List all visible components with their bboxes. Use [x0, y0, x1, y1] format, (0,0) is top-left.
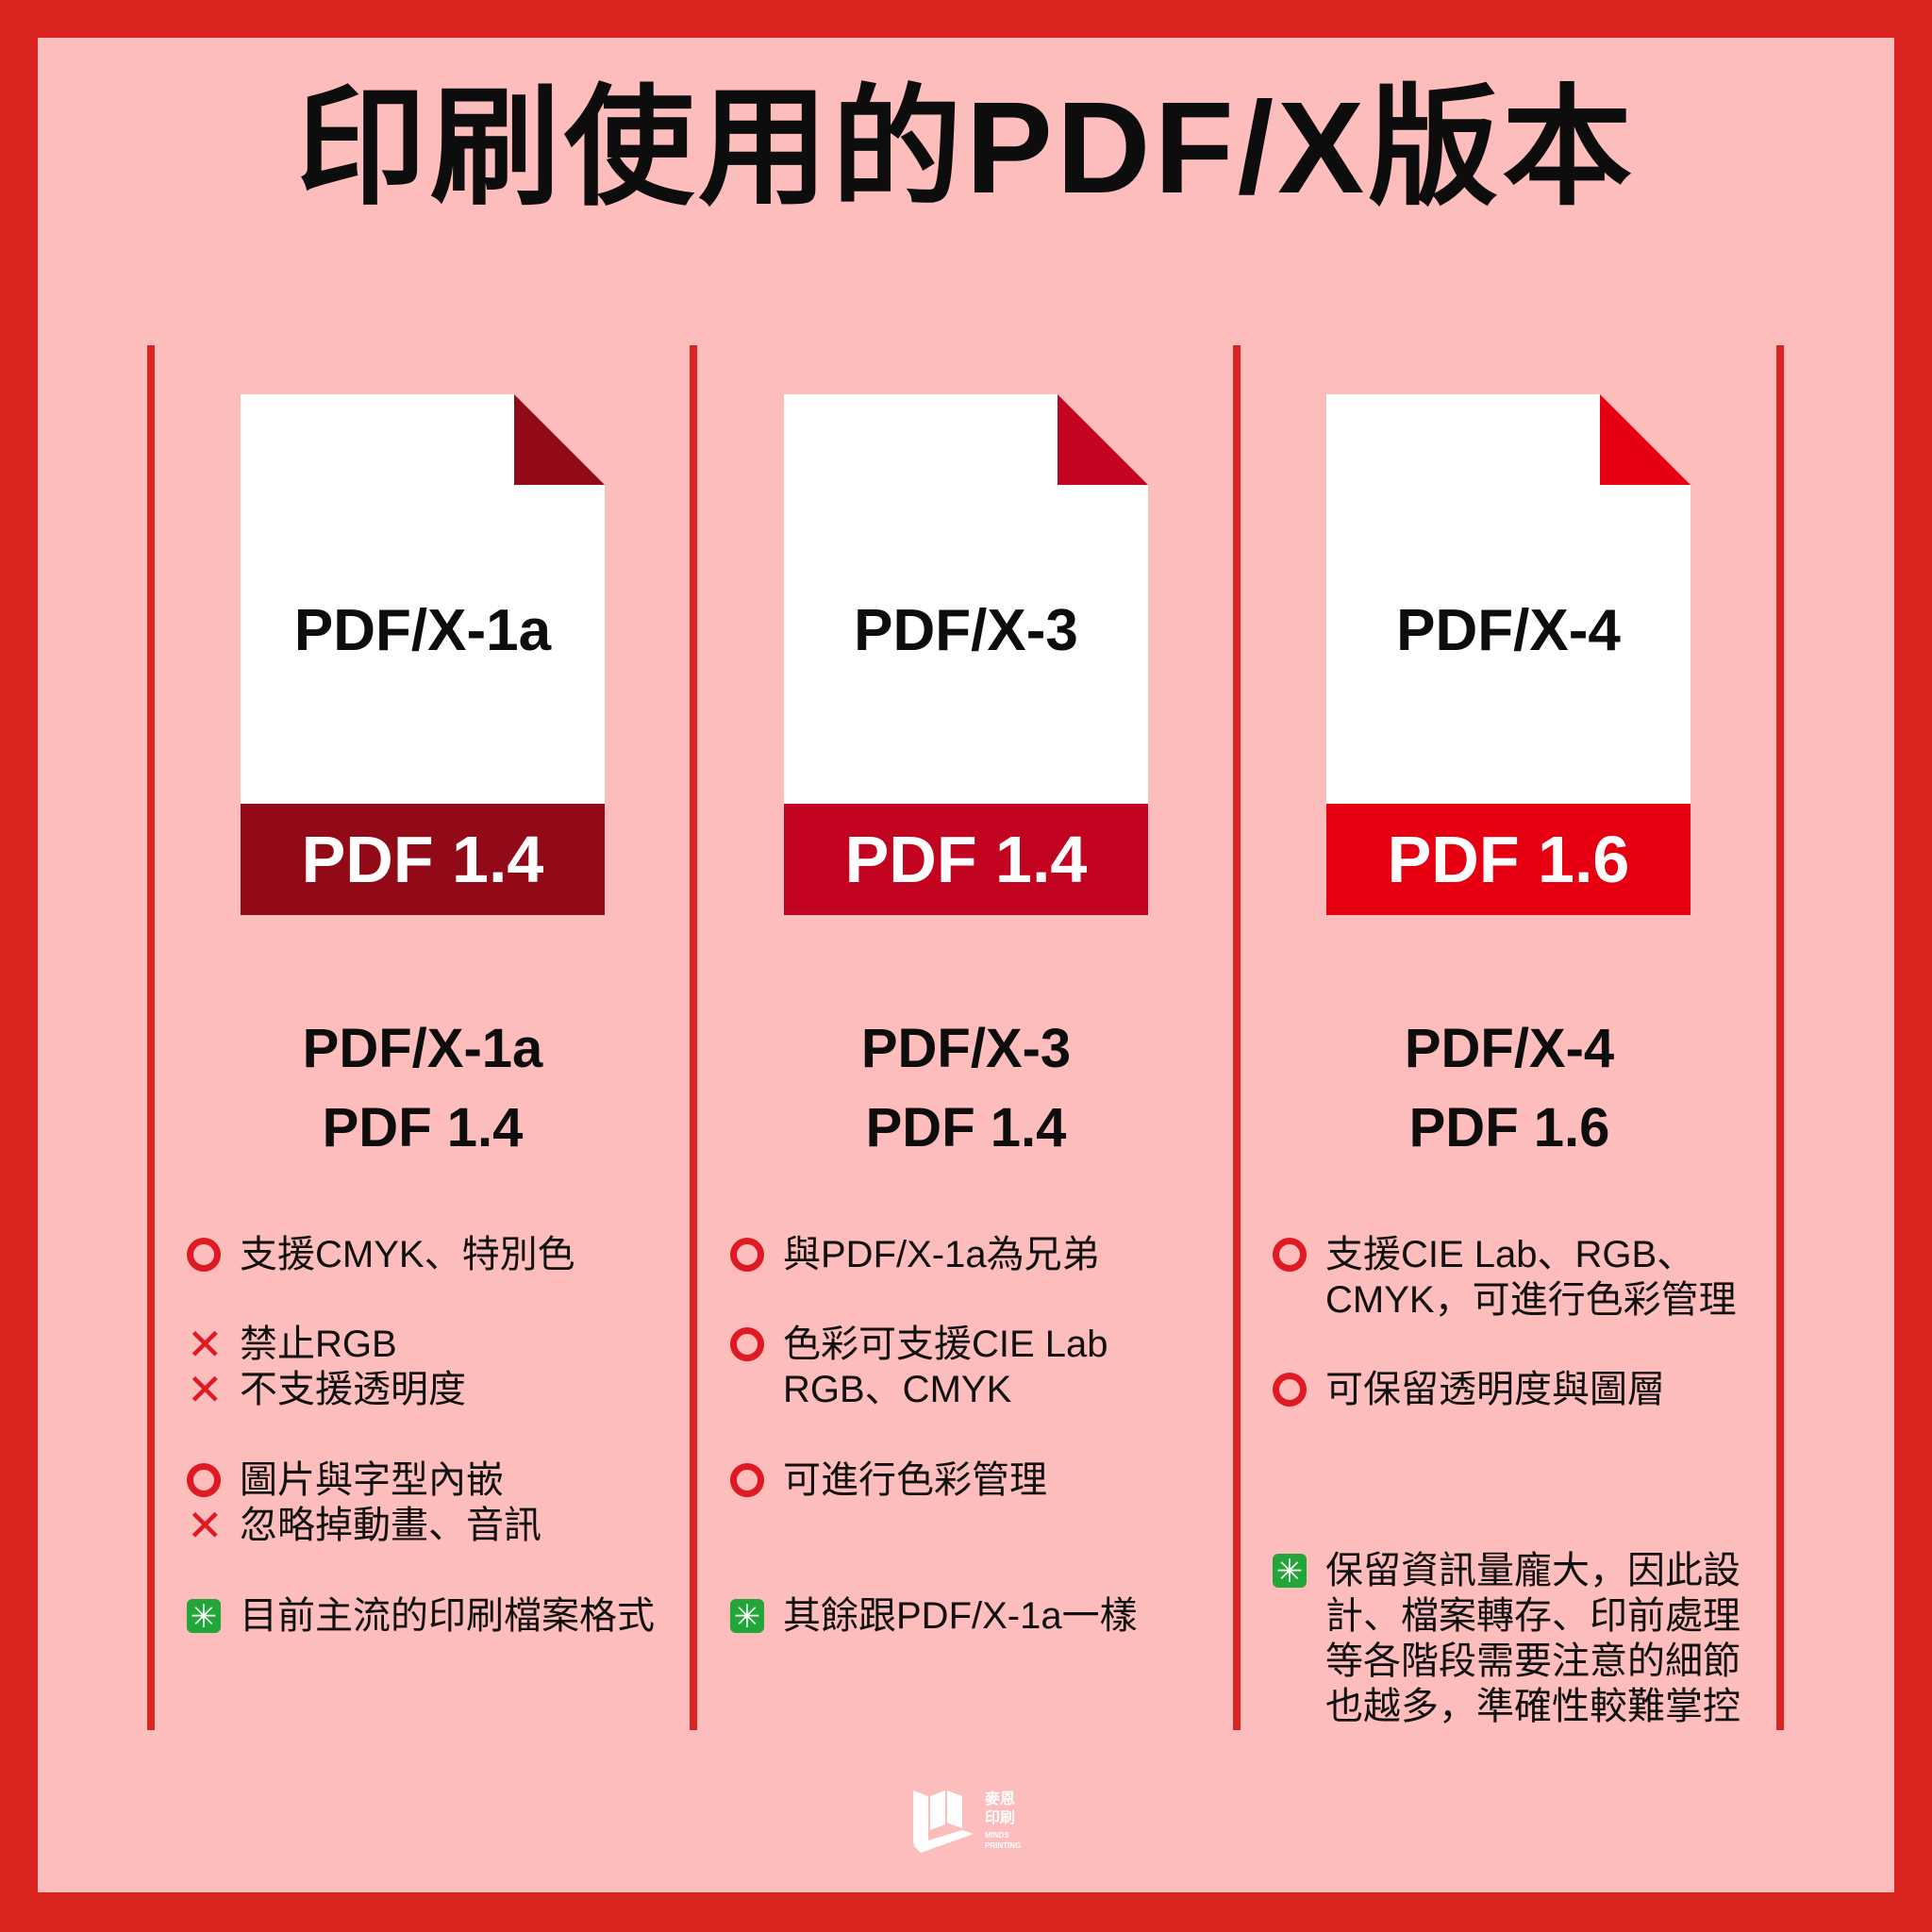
- doc-version-band: PDF 1.4: [241, 804, 605, 915]
- circle-icon: [730, 1463, 764, 1497]
- doc-name: PDF/X-4: [1396, 598, 1621, 663]
- circle-icon: [1273, 1373, 1307, 1407]
- column-divider: [147, 345, 155, 1730]
- summary-name: PDF/X-4: [1404, 1018, 1615, 1079]
- logo-text-line4: PRINTING: [985, 1841, 1022, 1850]
- doc-version-band: PDF 1.6: [1326, 804, 1690, 915]
- folded-corner-icon: [1600, 394, 1690, 485]
- circle-icon: [187, 1238, 221, 1272]
- summary-name: PDF/X-3: [860, 1018, 1072, 1079]
- logo-text-line3: MINDS: [985, 1831, 1009, 1840]
- summary-version: PDF 1.4: [865, 1097, 1067, 1158]
- sparkle-icon: ✳: [1273, 1554, 1307, 1590]
- doc-name: PDF/X-1a: [293, 598, 552, 663]
- summary-version: PDF 1.4: [322, 1097, 524, 1158]
- circle-icon: [1273, 1238, 1307, 1272]
- pdf-x1a-document-icon: PDF/X-1a PDF 1.4: [241, 394, 605, 915]
- summary-version: PDF 1.6: [1408, 1097, 1610, 1158]
- sparkle-icon: ✳: [187, 1599, 221, 1635]
- pdf-x3-document-icon: PDF/X-3 PDF 1.4: [784, 394, 1148, 915]
- column-divider: [1233, 345, 1241, 1730]
- folded-corner-icon: [514, 394, 605, 485]
- cross-icon: ✕: [187, 1501, 224, 1550]
- column-divider: [690, 345, 697, 1730]
- logo-text-line1: 麥恩: [985, 1791, 1016, 1807]
- circle-icon: [730, 1327, 764, 1361]
- page-title: 印刷使用的PDF/X版本: [295, 75, 1637, 221]
- summary-name: PDF/X-1a: [302, 1018, 543, 1079]
- doc-name: PDF/X-3: [854, 598, 1078, 663]
- logo-text-line2: 印刷: [985, 1810, 1016, 1826]
- book-logo-icon: [913, 1790, 974, 1853]
- circle-icon: [187, 1463, 221, 1497]
- summary-x1a: PDF/X-1a PDF 1.4: [158, 1009, 687, 1168]
- summary-x3: PDF/X-3 PDF 1.4: [702, 1009, 1230, 1168]
- pdf-x4-document-icon: PDF/X-4 PDF 1.6: [1326, 394, 1690, 915]
- summary-x4: PDF/X-4 PDF 1.6: [1245, 1009, 1774, 1168]
- doc-version-band: PDF 1.4: [784, 804, 1148, 915]
- circle-icon: [730, 1238, 764, 1272]
- folded-corner-icon: [1058, 394, 1148, 485]
- cross-icon: ✕: [187, 1320, 224, 1369]
- cross-icon: ✕: [187, 1365, 224, 1414]
- column-divider: [1776, 345, 1784, 1730]
- sparkle-icon: ✳: [730, 1599, 764, 1635]
